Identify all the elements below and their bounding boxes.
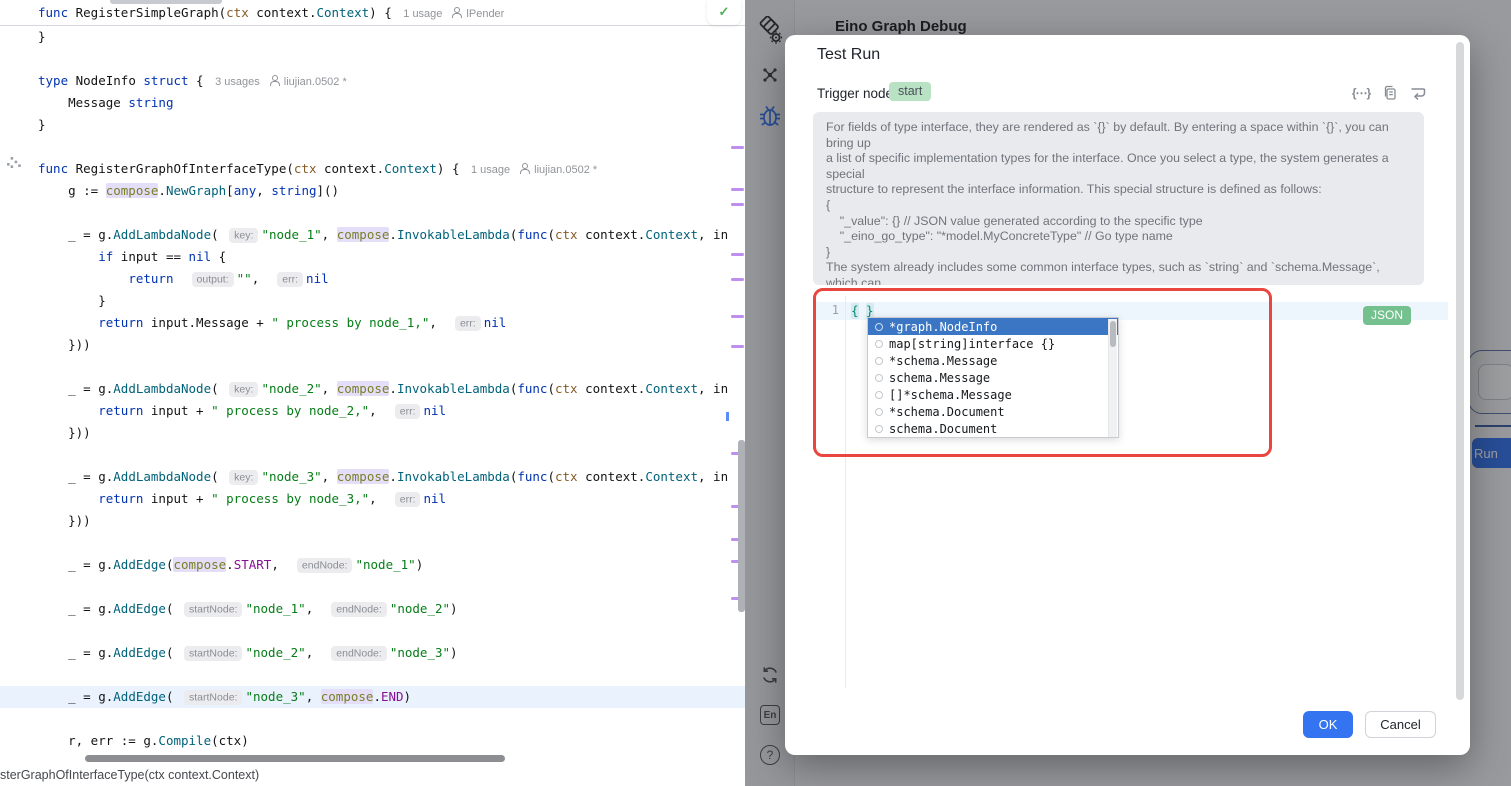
help-note-line: a list of specific implementation types … xyxy=(826,151,1411,182)
format-json-icon[interactable]: {⋯} xyxy=(1351,84,1371,102)
code-line: _ = g.AddLambdaNode( key:"node_3", compo… xyxy=(0,466,745,488)
json-language-badge: JSON xyxy=(1363,306,1411,325)
code-line: } xyxy=(0,114,745,136)
completion-popup: *graph.NodeInfomap[string]interface {}*s… xyxy=(867,317,1119,438)
completion-item[interactable]: map[string]interface {} xyxy=(868,335,1118,352)
app-window: { "editor": { "check_glyph": "✓", "stick… xyxy=(0,0,1511,786)
interface-help-note: For fields of type interface, they are r… xyxy=(813,112,1424,285)
line-number: 1 xyxy=(823,303,839,317)
type-symbol-icon xyxy=(875,391,883,399)
code-line: return output:"", err:nil xyxy=(0,268,745,290)
code-line xyxy=(0,202,745,224)
code-line xyxy=(0,708,745,730)
code-line xyxy=(0,664,745,686)
editor-vertical-scrollbar[interactable] xyxy=(738,440,745,612)
code-line xyxy=(0,576,745,598)
scroll-indicator xyxy=(110,0,222,4)
completion-item[interactable]: *schema.Document xyxy=(868,403,1118,420)
type-symbol-icon xyxy=(875,323,883,331)
code-line: Message string xyxy=(0,92,745,114)
change-marker xyxy=(731,253,744,256)
code-line: func RegisterGraphOfInterfaceType(ctx co… xyxy=(0,158,745,180)
change-marker xyxy=(731,345,744,348)
code-line xyxy=(0,444,745,466)
type-symbol-icon xyxy=(875,408,883,416)
change-marker xyxy=(731,278,744,281)
code-line: return input + " process by node_2,", er… xyxy=(0,400,745,422)
code-line: type NodeInfo struct { 3 usagesliujian.0… xyxy=(0,70,745,92)
type-symbol-icon xyxy=(875,374,883,382)
help-note-line: "_eino_go_type": "*model.MyConcreteType"… xyxy=(826,229,1411,245)
gutter-separator xyxy=(845,296,846,688)
code-lines[interactable]: } type NodeInfo struct { 3 usagesliujian.… xyxy=(0,26,745,752)
inspections-widget[interactable]: ✓ xyxy=(707,0,741,25)
run-graph-gutter-icon[interactable] xyxy=(6,155,22,169)
code-line: })) xyxy=(0,422,745,444)
completion-item[interactable]: *schema.Message xyxy=(868,352,1118,369)
help-note-line: "_value": {} // JSON value generated acc… xyxy=(826,214,1411,230)
dialog-scrollbar[interactable] xyxy=(1456,42,1464,700)
change-marker xyxy=(731,188,744,191)
completion-item[interactable]: *graph.NodeInfo xyxy=(868,318,1118,335)
cancel-button[interactable]: Cancel xyxy=(1365,711,1436,738)
code-line: return input.Message + " process by node… xyxy=(0,312,745,334)
dialog-title: Test Run xyxy=(817,46,880,64)
code-line: })) xyxy=(0,334,745,356)
completion-item[interactable]: []*schema.Message xyxy=(868,386,1118,403)
help-note-line: } xyxy=(826,245,1411,261)
trigger-node-badge: start xyxy=(889,82,931,101)
json-input-editor[interactable]: 1 { } JSON *graph.NodeInfomap[string]int… xyxy=(813,296,1448,688)
code-line: _ = g.AddEdge( startNode:"node_1", endNo… xyxy=(0,598,745,620)
code-editor[interactable]: } type NodeInfo struct { 3 usagesliujian.… xyxy=(0,0,745,786)
code-line: })) xyxy=(0,510,745,532)
wrap-lines-icon[interactable] xyxy=(1408,84,1428,102)
open-brace: { xyxy=(851,303,859,319)
author-icon xyxy=(269,75,279,86)
author-icon xyxy=(451,7,461,18)
type-symbol-icon xyxy=(875,357,883,365)
completion-item[interactable]: schema.Document xyxy=(868,420,1118,437)
code-line xyxy=(0,356,745,378)
code-line xyxy=(0,136,745,158)
author-icon xyxy=(519,163,529,174)
code-line: } xyxy=(0,290,745,312)
change-marker xyxy=(731,203,744,206)
code-line: _ = g.AddEdge( startNode:"node_3", compo… xyxy=(0,686,745,708)
caret-position-mark xyxy=(726,412,729,421)
inspection-check-icon: ✓ xyxy=(719,4,730,19)
completion-item[interactable]: schema.Message xyxy=(868,369,1118,386)
code-line xyxy=(0,620,745,642)
code-line: if input == nil { xyxy=(0,246,745,268)
code-line: } xyxy=(0,26,745,48)
copy-icon[interactable] xyxy=(1380,84,1400,102)
test-run-dialog: Test Run Trigger node start {⋯} For fiel… xyxy=(785,35,1470,755)
type-symbol-icon xyxy=(875,425,883,433)
code-line xyxy=(0,48,745,70)
trigger-node-label: Trigger node xyxy=(817,86,893,101)
code-line xyxy=(0,532,745,554)
code-line: return input + " process by node_3,", er… xyxy=(0,488,745,510)
code-line: _ = g.AddEdge( startNode:"node_2", endNo… xyxy=(0,642,745,664)
breadcrumb[interactable]: sterGraphOfInterfaceType(ctx context.Con… xyxy=(0,765,745,786)
help-note-line: For fields of type interface, they are r… xyxy=(826,120,1411,151)
change-marker xyxy=(731,146,744,149)
editor-horizontal-scrollbar[interactable] xyxy=(85,755,505,762)
help-note-line: The system already includes some common … xyxy=(826,260,1411,285)
code-line: _ = g.AddLambdaNode( key:"node_1", compo… xyxy=(0,224,745,246)
code-line: _ = g.AddEdge(compose.START, endNode:"no… xyxy=(0,554,745,576)
change-marker xyxy=(731,315,744,318)
help-note-line: { xyxy=(826,198,1411,214)
eino-debug-panel: En ? Eino Graph Debug Run Test Run Trigg… xyxy=(745,0,1511,786)
code-line: _ = g.AddLambdaNode( key:"node_2", compo… xyxy=(0,378,745,400)
help-note-line: structure to represent the interface inf… xyxy=(826,182,1411,198)
ok-button[interactable]: OK xyxy=(1303,711,1353,738)
code-line: g := compose.NewGraph[any, string]() xyxy=(0,180,745,202)
code-line: r, err := g.Compile(ctx) xyxy=(0,730,745,752)
completion-scrollbar[interactable] xyxy=(1108,319,1117,437)
type-symbol-icon xyxy=(875,340,883,348)
